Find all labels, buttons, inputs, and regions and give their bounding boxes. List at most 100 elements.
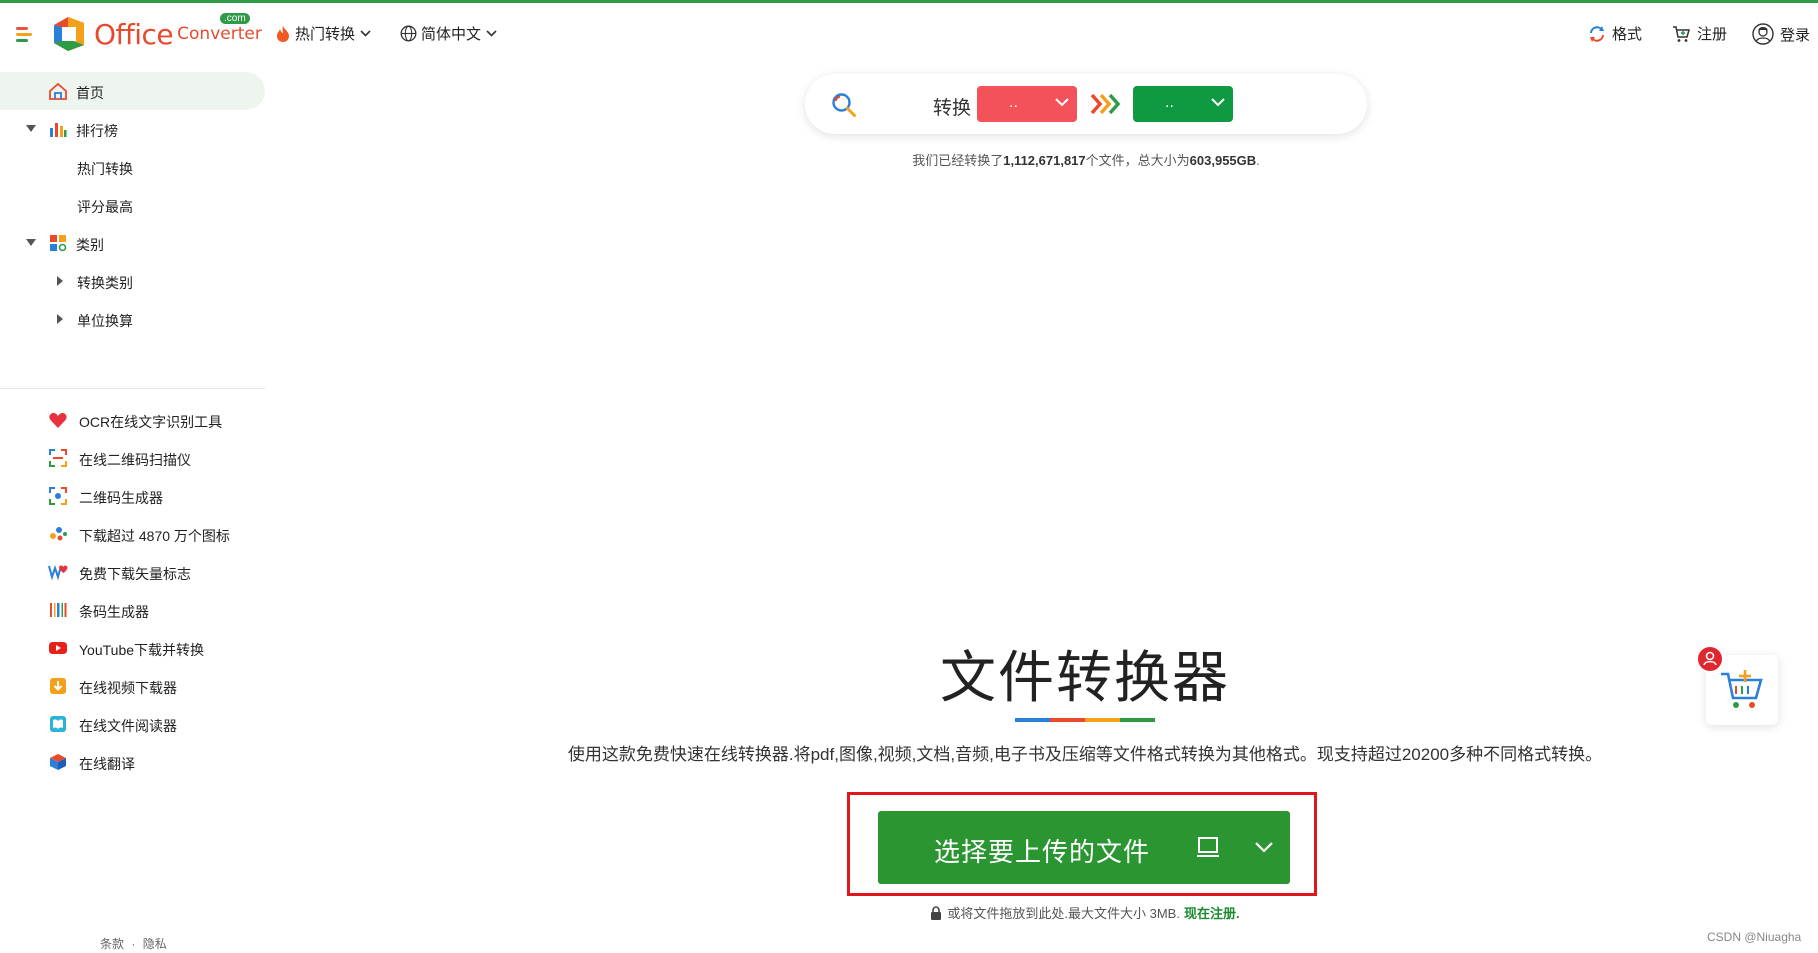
logo-com-badge: .com [220, 13, 250, 24]
search-icon[interactable] [831, 92, 857, 118]
sidebar: 首页 排行榜 热门转换 评分最高 类别 转换类别 单位换算 OCR在线文字识别工… [0, 70, 265, 953]
caret-down-icon [26, 125, 36, 132]
conversion-arrows-icon [1090, 93, 1121, 115]
sidebar-item-label: 在线二维码扫描仪 [79, 452, 191, 468]
stats-total-size: 603,955GB [1189, 153, 1257, 168]
sidebar-tool-file-reader[interactable]: 在线文件阅读器 [0, 705, 265, 743]
footer-links: 条款 · 隐私 [100, 935, 167, 952]
caret-right-icon [57, 314, 63, 324]
drop-note-text: 或将文件拖放到此处.最大文件大小 3MB. [947, 906, 1180, 921]
sidebar-item-unit-convert[interactable]: 单位换算 [0, 300, 265, 338]
logo-text: Office [94, 17, 174, 51]
register-now-link[interactable]: 现在注册. [1184, 903, 1240, 922]
language-menu[interactable]: 简体中文 [400, 23, 501, 44]
barcode-icon [50, 603, 67, 617]
sidebar-tool-youtube[interactable]: YouTube下载并转换 [0, 629, 265, 667]
menu-icon[interactable] [16, 27, 34, 42]
cart-add-icon [1673, 25, 1690, 42]
book-icon [50, 716, 66, 732]
logo[interactable]: Office Converter .com [50, 13, 262, 53]
register-label: 注册 [1697, 26, 1728, 43]
qr-scan-icon [49, 449, 67, 467]
sidebar-item-label: 热门转换 [77, 161, 133, 177]
format-link[interactable]: 格式 [1588, 23, 1642, 44]
sidebar-divider [0, 388, 265, 389]
bar-chart-icon [50, 123, 67, 137]
chevron-down-icon [1055, 98, 1069, 107]
header: Office Converter .com 热门转换 简体中文 格式 注册 登录 [0, 3, 1818, 63]
user-badge[interactable] [1696, 645, 1724, 673]
watermark: CSDN @Niuagha [1707, 930, 1802, 944]
sidebar-tool-qr-scanner[interactable]: 在线二维码扫描仪 [0, 439, 265, 477]
login-label: 登录 [1780, 26, 1811, 44]
youtube-icon [49, 642, 67, 654]
sidebar-item-label: YouTube下载并转换 [79, 642, 205, 658]
sidebar-item-label: 类别 [76, 237, 104, 253]
sidebar-item-home[interactable]: 首页 [0, 72, 265, 110]
sidebar-tool-ocr[interactable]: OCR在线文字识别工具 [0, 401, 265, 439]
sidebar-tool-icons[interactable]: 下载超过 4870 万个图标 [0, 515, 265, 553]
translate-cube-icon [50, 754, 66, 770]
local-file-icon [1197, 837, 1219, 857]
lock-icon [931, 905, 942, 920]
vector-logo-icon [48, 564, 68, 581]
user-avatar-icon [1752, 23, 1774, 45]
stats-prefix: 我们已经转换了 [912, 153, 1004, 168]
category-grid-icon [50, 235, 67, 252]
caret-right-icon [57, 276, 63, 286]
stats-middle: 个文件，总大小为 [1085, 153, 1190, 168]
privacy-link[interactable]: 隐私 [143, 937, 167, 951]
to-format-select[interactable]: .. [1133, 86, 1233, 122]
terms-link[interactable]: 条款 [100, 937, 124, 951]
sidebar-tool-video-downloader[interactable]: 在线视频下载器 [0, 667, 265, 705]
sidebar-tool-vector-logo[interactable]: 免费下载矢量标志 [0, 553, 265, 591]
fire-icon [277, 25, 289, 42]
dots-icon [50, 527, 67, 541]
stats-file-count: 1,112,671,817 [1003, 153, 1086, 168]
sidebar-tool-barcode[interactable]: 条码生成器 [0, 591, 265, 629]
sidebar-item-label: 单位换算 [77, 313, 133, 329]
language-label: 简体中文 [421, 26, 482, 43]
sidebar-item-label: 评分最高 [77, 199, 133, 215]
sidebar-item-hot-convert[interactable]: 热门转换 [0, 148, 265, 186]
register-link[interactable]: 注册 [1672, 23, 1727, 44]
sidebar-item-label: 条码生成器 [79, 604, 149, 620]
sidebar-item-label: 在线视频下载器 [79, 680, 177, 696]
globe-icon [400, 25, 417, 42]
chevron-down-icon [486, 30, 497, 37]
title-underline [1015, 718, 1155, 722]
to-format-value: .. [1165, 94, 1174, 111]
video-download-icon [50, 678, 66, 694]
upload-file-button[interactable]: 选择要上传的文件 [878, 811, 1290, 884]
sidebar-item-convert-category[interactable]: 转换类别 [0, 262, 265, 300]
sidebar-item-label: 免费下载矢量标志 [79, 566, 191, 582]
home-icon [49, 82, 67, 100]
sidebar-item-label: OCR在线文字识别工具 [79, 414, 223, 430]
from-format-value: .. [1009, 94, 1018, 111]
footer-separator: · [131, 937, 136, 951]
upload-button-label: 选择要上传的文件 [934, 837, 1151, 867]
sidebar-item-label: 在线翻译 [79, 756, 135, 772]
sidebar-item-top-rated[interactable]: 评分最高 [0, 186, 265, 224]
chevron-down-icon[interactable] [1254, 841, 1274, 853]
conversion-search-bar: 转换 .. .. [805, 74, 1367, 134]
login-link[interactable]: 登录 [1752, 23, 1810, 45]
qr-generator-icon [49, 487, 67, 505]
user-icon [1703, 651, 1717, 666]
page-description: 使用这款免费快速在线转换器.将pdf,图像,视频,文档,音频,电子书及压缩等文件… [567, 745, 1603, 764]
sidebar-item-category[interactable]: 类别 [0, 224, 265, 262]
hot-conversions-label: 热门转换 [295, 26, 356, 43]
sidebar-item-label: 转换类别 [77, 275, 133, 291]
sidebar-item-label: 排行榜 [76, 123, 118, 139]
sidebar-item-ranking[interactable]: 排行榜 [0, 110, 265, 148]
convert-label: 转换 [933, 98, 972, 119]
sidebar-tool-translate[interactable]: 在线翻译 [0, 743, 265, 781]
drop-note: 或将文件拖放到此处.最大文件大小 3MB. 现在注册. [800, 903, 1370, 922]
office-logo-icon [54, 17, 84, 51]
sidebar-tool-qr-generator[interactable]: 二维码生成器 [0, 477, 265, 515]
hot-conversions-menu[interactable]: 热门转换 [275, 23, 375, 44]
from-format-select[interactable]: .. [977, 86, 1077, 122]
page-title: 文件转换器 [940, 646, 1230, 711]
sidebar-item-label: 二维码生成器 [79, 490, 163, 506]
chevron-down-icon [1211, 98, 1225, 107]
